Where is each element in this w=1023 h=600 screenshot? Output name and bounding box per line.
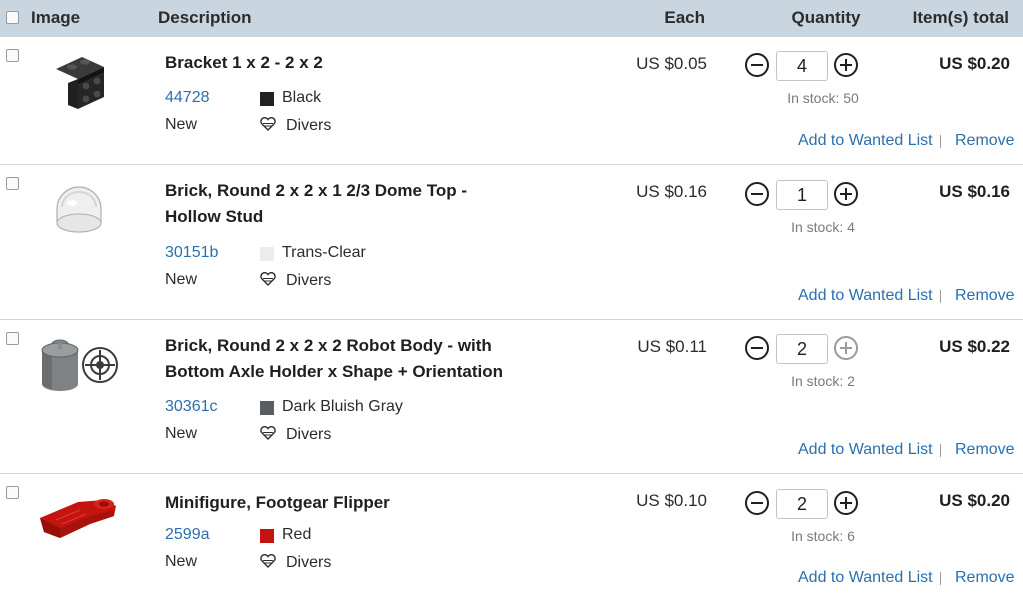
item-total: US $0.20 bbox=[939, 54, 1010, 73]
item-total: US $0.20 bbox=[939, 491, 1010, 510]
item-total: US $0.16 bbox=[939, 182, 1010, 201]
item-seller[interactable]: Divers bbox=[286, 272, 331, 290]
link-separator bbox=[940, 135, 941, 148]
item-part-number[interactable]: 2599a bbox=[165, 526, 210, 544]
item-color: Black bbox=[282, 89, 322, 106]
row-checkbox[interactable] bbox=[6, 177, 19, 190]
quantity-increase-button[interactable] bbox=[834, 336, 858, 360]
remove-link[interactable]: Remove bbox=[955, 441, 1015, 459]
item-title[interactable]: Brick, Round 2 x 2 x 1 2/3 Dome Top - Ho… bbox=[165, 178, 505, 230]
header-items-total: Item(s) total bbox=[912, 8, 1009, 27]
color-swatch bbox=[260, 247, 274, 261]
item-color: Dark Bluish Gray bbox=[282, 398, 403, 415]
cart-row: Brick, Round 2 x 2 x 2 Robot Body - with… bbox=[0, 320, 1023, 474]
item-condition: New bbox=[165, 116, 198, 133]
remove-link[interactable]: Remove bbox=[955, 132, 1015, 150]
item-seller[interactable]: Divers bbox=[286, 117, 331, 135]
stock-text: In stock: 50 bbox=[787, 90, 859, 106]
header-quantity: Quantity bbox=[791, 8, 861, 27]
add-to-wanted-list-link[interactable]: Add to Wanted List bbox=[798, 441, 933, 459]
item-seller[interactable]: Divers bbox=[286, 426, 331, 444]
item-price: US $0.16 bbox=[636, 182, 707, 201]
item-price: US $0.05 bbox=[636, 54, 707, 73]
link-separator bbox=[940, 572, 941, 585]
cart-row: Minifigure, Footgear Flipper 2599a Red N… bbox=[0, 474, 1023, 600]
part-image-bracket[interactable] bbox=[52, 53, 110, 111]
quantity-decrease-button[interactable] bbox=[745, 182, 769, 206]
row-checkbox[interactable] bbox=[6, 49, 19, 62]
quantity-decrease-button[interactable] bbox=[745, 53, 769, 77]
link-separator bbox=[940, 444, 941, 457]
add-to-wanted-list-link[interactable]: Add to Wanted List bbox=[798, 569, 933, 587]
quantity-input[interactable] bbox=[776, 334, 828, 364]
table-header: Image Description Each Quantity Item(s) … bbox=[0, 0, 1023, 37]
item-part-number[interactable]: 30361c bbox=[165, 398, 218, 416]
stock-text: In stock: 6 bbox=[791, 528, 855, 544]
cart-row: Brick, Round 2 x 2 x 1 2/3 Dome Top - Ho… bbox=[0, 165, 1023, 320]
item-condition: New bbox=[165, 271, 198, 288]
link-separator bbox=[940, 290, 941, 303]
quantity-input[interactable] bbox=[776, 180, 828, 210]
heart-icon bbox=[260, 554, 276, 568]
stock-text: In stock: 4 bbox=[791, 219, 855, 235]
color-swatch bbox=[260, 529, 274, 543]
part-image-robot-body[interactable] bbox=[40, 336, 120, 392]
quantity-input[interactable] bbox=[776, 51, 828, 81]
item-condition: New bbox=[165, 425, 198, 442]
item-color: Red bbox=[282, 526, 312, 543]
header-image: Image bbox=[31, 8, 81, 27]
remove-link[interactable]: Remove bbox=[955, 569, 1015, 587]
stock-text: In stock: 2 bbox=[791, 373, 855, 389]
heart-icon bbox=[260, 272, 276, 286]
item-title[interactable]: Bracket 1 x 2 - 2 x 2 bbox=[165, 50, 505, 76]
quantity-increase-button[interactable] bbox=[834, 491, 858, 515]
remove-link[interactable]: Remove bbox=[955, 287, 1015, 305]
item-title[interactable]: Brick, Round 2 x 2 x 2 Robot Body - with… bbox=[165, 333, 505, 385]
item-color: Trans-Clear bbox=[282, 244, 366, 261]
item-condition: New bbox=[165, 553, 198, 570]
color-swatch bbox=[260, 92, 274, 106]
cart-row: Bracket 1 x 2 - 2 x 2 44728 Black New Di… bbox=[0, 37, 1023, 165]
item-title[interactable]: Minifigure, Footgear Flipper bbox=[165, 490, 505, 516]
header-description: Description bbox=[158, 8, 252, 27]
part-image-dome[interactable] bbox=[52, 181, 106, 237]
quantity-increase-button[interactable] bbox=[834, 182, 858, 206]
row-checkbox[interactable] bbox=[6, 332, 19, 345]
item-total: US $0.22 bbox=[939, 337, 1010, 356]
select-all-checkbox[interactable] bbox=[6, 11, 19, 24]
add-to-wanted-list-link[interactable]: Add to Wanted List bbox=[798, 287, 933, 305]
item-seller[interactable]: Divers bbox=[286, 554, 331, 572]
item-price: US $0.11 bbox=[637, 337, 707, 356]
heart-icon bbox=[260, 426, 276, 440]
heart-icon bbox=[260, 117, 276, 131]
row-checkbox[interactable] bbox=[6, 486, 19, 499]
color-swatch bbox=[260, 401, 274, 415]
header-each: Each bbox=[664, 8, 705, 27]
item-price: US $0.10 bbox=[636, 491, 707, 510]
quantity-input[interactable] bbox=[776, 489, 828, 519]
quantity-decrease-button[interactable] bbox=[745, 336, 769, 360]
quantity-increase-button[interactable] bbox=[834, 53, 858, 77]
part-image-flipper[interactable] bbox=[38, 494, 120, 542]
item-part-number[interactable]: 30151b bbox=[165, 244, 218, 262]
add-to-wanted-list-link[interactable]: Add to Wanted List bbox=[798, 132, 933, 150]
item-part-number[interactable]: 44728 bbox=[165, 89, 210, 107]
quantity-decrease-button[interactable] bbox=[745, 491, 769, 515]
